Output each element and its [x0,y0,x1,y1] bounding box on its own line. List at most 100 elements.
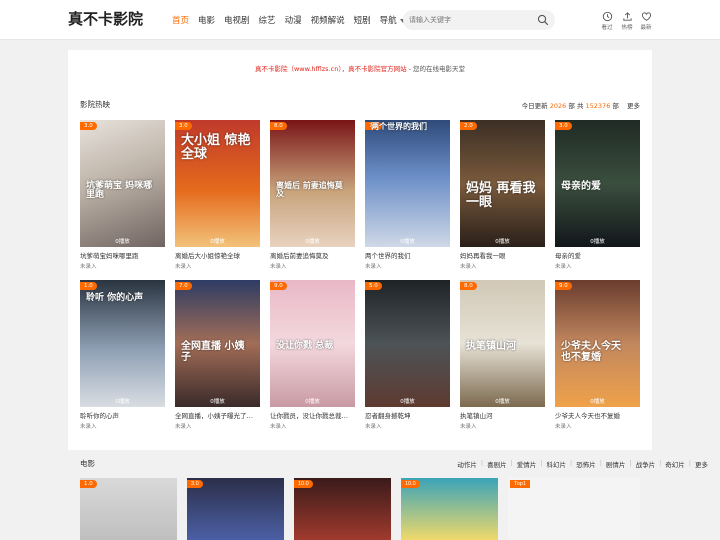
today-label: 今日更新 [521,102,548,110]
total-count: 152376 [585,102,611,110]
nav-item-movie[interactable]: 电影 [198,14,215,26]
movie-card[interactable]: 3.0 坑爹萌宝 妈咪哪里跑 0播放坑爹萌宝妈咪哪里跑未录入 [80,120,165,270]
nav-item-guide[interactable]: 导航 [380,14,406,26]
separator: | [688,459,691,467]
movie-card[interactable]: 8.0 离婚后 前妻追悔莫及 0播放离婚后前妻追悔莫及未录入 [270,120,355,270]
category-drama[interactable]: 剧情片 [606,459,626,469]
category-horror[interactable]: 恐怖片 [576,459,596,469]
nav-item-home[interactable]: 首页 [172,14,189,26]
category-action[interactable]: 动作片 [457,459,477,469]
search-input[interactable] [409,13,529,27]
movie-title[interactable]: 坑爹萌宝妈咪哪里跑 [80,250,165,260]
category-comedy[interactable]: 喜剧片 [487,459,507,469]
category-romance[interactable]: 爱情片 [517,459,537,469]
search-icon[interactable] [537,14,549,26]
nav-item-short-drama[interactable]: 短剧 [354,14,371,26]
update-stats: 今日更新 2026 部 共 152376 部 更多 [522,100,640,110]
movie-poster[interactable]: 10.0 [294,478,391,540]
movie-title[interactable]: 执笔镇山河 [460,410,545,420]
separator: | [540,459,543,467]
rating-badge: 2.0 [460,122,477,130]
movie-poster[interactable]: 7.0 全网直播 小姨子 0播放 [175,280,260,407]
play-count: 0播放 [210,399,225,405]
movie-subtitle: 未录入 [365,264,382,270]
movie-card[interactable]: 2.0 妈妈 再看我一眼 0播放 妈妈再看我一眼 未录入 [460,120,545,270]
movie-card[interactable]: 9.0 少爷夫人今天 也不复婚 0播放 少爷夫人今天也不复婚 未录入 [555,280,640,430]
movie-poster[interactable]: 9.0 少爷夫人今天 也不复婚 0播放 [555,280,640,407]
movie-card[interactable]: 7.0 两个世界的我们 0播放 两个世界的我们 未录入 [365,120,450,270]
latest-button[interactable]: 最新 [636,11,656,31]
movie-card[interactable]: 5.0 0播放 忍者翻身撼乾坤 未录入 [365,280,450,430]
rating-badge: 5.0 [365,282,382,290]
poster-title-art: 少爷夫人今天 也不复婚 [561,341,621,363]
movie-title[interactable]: 少爷夫人今天也不复婚 [555,410,640,420]
movie-subtitle: 未录入 [80,264,97,270]
notice-site-link[interactable]: 真不卡影院（www.hfflzs.cn） [255,65,342,73]
heart-icon [641,12,651,21]
poster-title-art: 聆听 你的心声 [86,293,144,303]
movie-card[interactable]: 9.0 没让你戮 总裁 0播放 让你戮员，没让你戮总裁… 未录入 [270,280,355,430]
history-icon [602,11,612,22]
category-war[interactable]: 战争片 [636,459,656,469]
movie-poster[interactable]: 1.0 聆听 你的心声 0播放 [80,280,165,407]
movie-title[interactable]: 离婚后前妻追悔莫及 [270,250,355,260]
movie-title[interactable]: 全网直播，小姨子曝光了… [175,410,260,420]
movie-poster[interactable]: 10.0 [401,478,498,540]
category-fantasy[interactable]: 奇幻片 [665,459,685,469]
movie-card[interactable]: 3.0 大小姐 惊艳全球 0播放离婚后大小姐惊艳全球未录入 [175,120,260,270]
movie-card[interactable]: 7.0 全网直播 小姨子 0播放 全网直播，小姨子曝光了… 未录入 [175,280,260,430]
movie-title[interactable]: 聆听你的心声 [80,410,165,420]
movie-poster[interactable]: 8.0 离婚后 前妻追悔莫及 0播放 [270,120,355,247]
nav-item-anime[interactable]: 动漫 [285,14,302,26]
more-link-movies[interactable]: 更多 [695,459,708,469]
movie-poster[interactable]: 7.0 两个世界的我们 0播放 [365,120,450,247]
movie-subtitle: 未录入 [270,264,287,270]
movie-subtitle: 未录入 [80,424,97,430]
movie-poster[interactable]: 3.0 母亲的爱 0播放 [555,120,640,247]
notice-official[interactable]: 真不卡影院官方网站 [348,65,407,73]
poster-title-art: 没让你戮 总裁 [276,341,334,351]
separator: | [629,459,632,467]
nav-item-variety[interactable]: 综艺 [259,14,276,26]
top-ranking-card[interactable]: Top1 [508,478,640,540]
movie-poster[interactable]: 3.0 坑爹萌宝 妈咪哪里跑 0播放 [80,120,165,247]
poster-title-art: 妈妈 再看我一眼 [466,181,536,210]
movie-poster[interactable]: 3.0 大小姐 惊艳全球 0播放 [175,120,260,247]
movie-title[interactable]: 让你戮员，没让你戮总裁… [270,410,355,420]
more-link-hot[interactable]: 更多 [627,102,640,110]
play-count: 0播放 [400,399,415,405]
play-count: 0播放 [590,399,605,405]
movie-title[interactable]: 两个世界的我们 [365,250,450,260]
movie-title[interactable]: 母亲的爱 [555,250,640,260]
play-count: 0播放 [210,239,225,245]
movie-card[interactable]: 3.0 母亲的爱 0播放 母亲的爱 未录入 [555,120,640,270]
rating-badge: 8.0 [460,282,477,290]
category-scifi[interactable]: 科幻片 [546,459,566,469]
movie-poster[interactable]: 1.0 [80,478,177,540]
movie-categories: 动作片 | 喜剧片 | 爱情片 | 科幻片 | 恐怖片 | 剧情片 | 战争片 | 奇幻片 | … [453,459,708,469]
movie-title[interactable]: 离婚后大小姐惊艳全球 [175,250,260,260]
movie-poster[interactable]: 3.0 [187,478,284,540]
site-logo[interactable]: 真不卡影院 [68,8,143,29]
movie-poster[interactable]: 5.0 0播放 [365,280,450,407]
movie-subtitle: 未录入 [175,264,192,270]
movie-poster[interactable]: 2.0 妈妈 再看我一眼 0播放 [460,120,545,247]
play-count: 0播放 [495,239,510,245]
rank-badge: Top1 [510,480,530,488]
poster-title-art: 两个世界的我们 [371,122,427,131]
poster-title-art: 执笔镇山河 [466,341,516,352]
movie-poster[interactable]: 9.0 没让你戮 总裁 0播放 [270,280,355,407]
rating-badge: 3.0 [80,122,97,130]
movie-card[interactable]: 1.0 聆听 你的心声 0播放聆听你的心声未录入 [80,280,165,430]
movie-title[interactable]: 忍者翻身撼乾坤 [365,410,450,420]
movie-card[interactable]: 8.0 执笔镇山河 0播放 执笔镇山河 未录入 [460,280,545,430]
nav-item-commentary[interactable]: 视频解说 [311,14,345,26]
upload-icon [622,12,632,21]
movie-title[interactable]: 妈妈再看我一眼 [460,250,545,260]
hot-list-button[interactable]: 热榜 [617,11,637,31]
hot-list-label: 热榜 [621,25,633,31]
movie-poster[interactable]: 8.0 执笔镇山河 0播放 [460,280,545,407]
unit-label: 部 [568,102,575,110]
history-button[interactable]: 看过 [597,11,617,31]
nav-item-tv[interactable]: 电视剧 [224,14,250,26]
